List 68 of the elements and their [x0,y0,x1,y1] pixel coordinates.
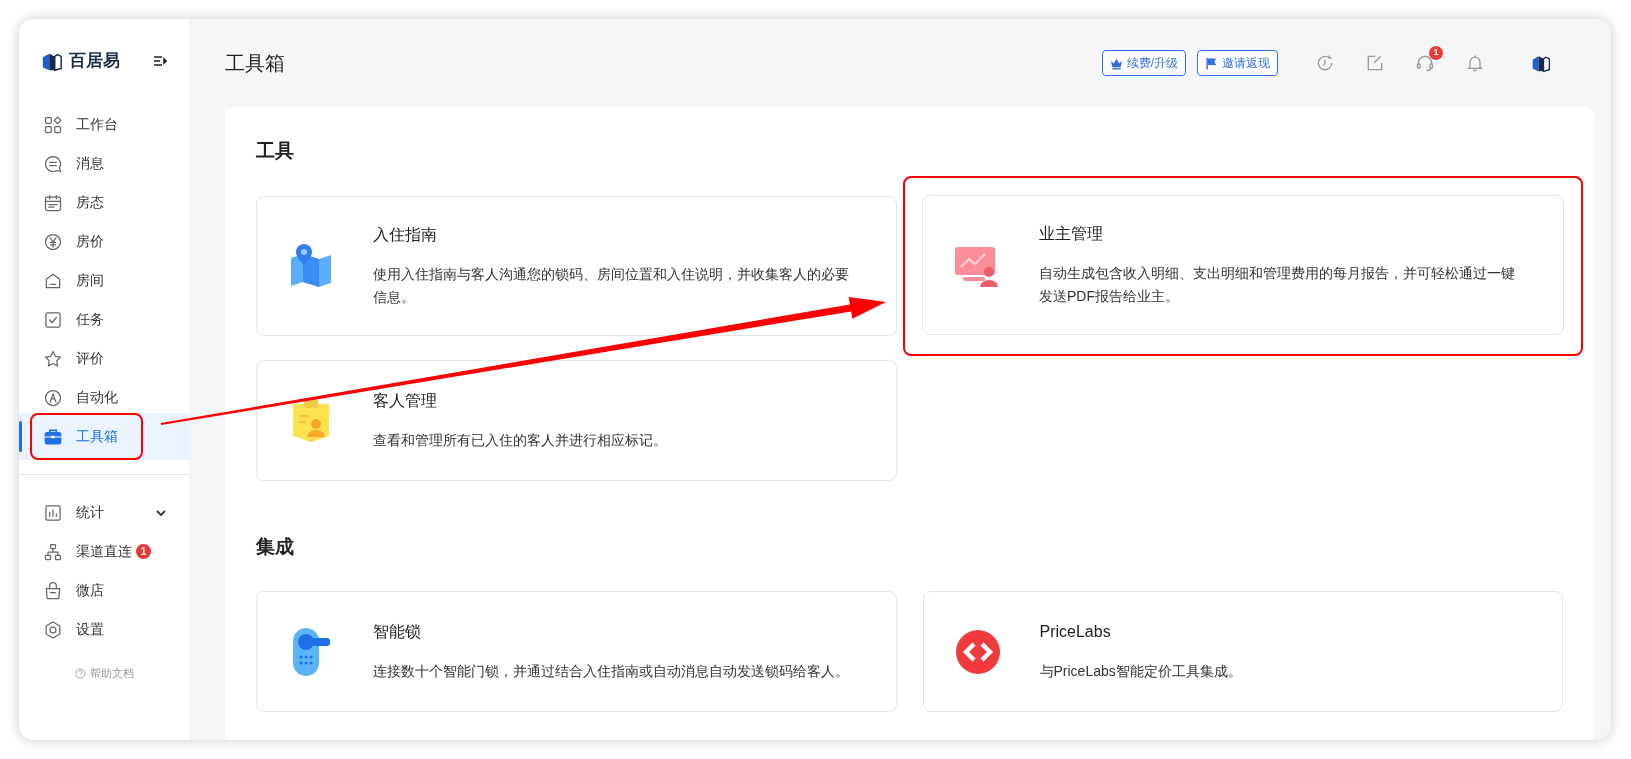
card-title: 入住指南 [373,224,438,245]
bar-chart-icon [43,502,63,523]
network-icon [43,541,63,562]
dashboard-icon [43,114,63,135]
sidebar-label: 工具箱 [76,427,118,446]
sidebar-item[interactable]: 统计 [19,493,189,532]
sidebar-item[interactable]: 任务 [19,300,189,339]
logo-icon[interactable] [1531,53,1551,73]
tool-card[interactable]: 业主管理 自动生成包含收入明细、支出明细和管理费用的每月报告，并可轻松通过一键发送PDF报告给业主。 [922,195,1564,335]
card-title: PriceLabs [1039,622,1112,642]
sidebar-item[interactable]: 房态 [19,183,189,222]
section-title: 集成 [256,534,295,559]
sidebar-label: 工作台 [76,115,118,134]
sidebar-item[interactable]: 房间 [19,261,189,300]
sidebar-label: 评价 [76,349,104,368]
notification-badge: 1 [136,544,151,559]
card-title: 智能锁 [373,622,422,642]
card-description: 查看和管理所有已入住的客人并进行相应标记。 [373,430,667,450]
clock-icon[interactable] [1315,53,1335,73]
header-button[interactable]: 续费/升级 [1101,50,1186,76]
sidebar-label: 统计 [76,503,104,522]
sidebar-item[interactable]: 微店 [19,571,189,610]
sidebar-label: 微店 [76,581,104,600]
notification-badge: 1 [1429,46,1443,60]
edit-icon[interactable] [1365,53,1385,73]
card-description: 连接数十个智能门锁，并通过结合入住指南或自动消息自动发送锁码给客人。 [373,662,849,681]
sidebar-label: 渠道直连 [76,542,132,561]
sidebar-label: 自动化 [76,388,118,407]
bell-icon[interactable] [1465,53,1485,73]
sidebar-item[interactable]: 评价 [19,339,189,378]
bag-icon [43,580,63,601]
headset-icon[interactable] [1415,53,1435,73]
crown-icon [1109,56,1123,70]
collapse-menu-icon[interactable] [153,54,167,68]
sidebar-item[interactable]: 房价 [19,222,189,261]
checkbox-icon [43,309,63,330]
card-title: 业主管理 [1039,224,1104,244]
sidebar-label: 房间 [76,271,104,290]
card-description: 使用入住指南与客人沟通您的锁码、房间位置和入住说明，并收集客人的必要信息。 [373,264,850,307]
page-title: 工具箱 [225,51,285,76]
code-brackets-icon [953,627,1002,676]
question-icon [74,667,86,679]
sidebar-item[interactable]: 工具箱 [19,413,189,460]
flag-icon [1205,56,1218,70]
sidebar-item[interactable]: 工作台 [19,105,189,144]
calendar-icon [43,192,63,213]
star-icon [43,348,63,369]
card-description: 自动生成包含收入明细、支出明细和管理费用的每月报告，并可轻松通过一键发送PDF报告给业主。 [1039,264,1516,306]
sidebar-label: 房态 [76,193,104,212]
header-button[interactable]: 邀请返现 [1197,50,1278,76]
message-icon [43,153,63,174]
settings-icon [43,619,63,640]
logo-text: 百居易 [69,50,120,73]
sidebar-label: 房价 [76,232,104,251]
sidebar-label: 设置 [76,620,104,639]
letter-a-icon [43,387,63,408]
tool-card[interactable]: PriceLabs 与PriceLabs智能定价工具集成。 [922,591,1563,712]
yen-icon [43,231,63,252]
sidebar-item[interactable]: 消息 [19,144,189,183]
card-title: 客人管理 [373,390,438,411]
tool-card[interactable]: 智能锁 连接数十个智能门锁，并通过结合入住指南或自动消息自动发送锁码给客人。 [256,591,897,712]
section-title: 工具 [256,139,295,163]
sidebar-item[interactable]: 渠道直连 1 [19,532,189,571]
card-description: 与PriceLabs智能定价工具集成。 [1039,662,1242,681]
sidebar-label: 任务 [76,310,104,329]
sidebar-label: 消息 [76,154,104,173]
active-indicator [19,421,22,452]
sidebar-item[interactable]: 设置 [19,610,189,649]
